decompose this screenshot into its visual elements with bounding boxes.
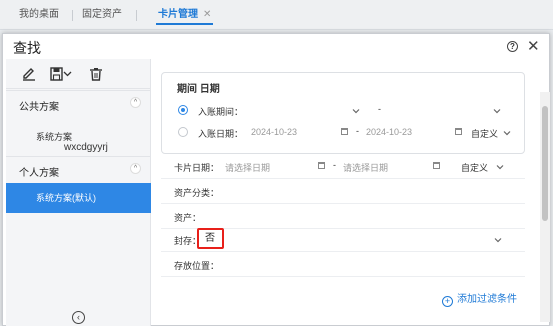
storage-location-row[interactable]: 存放位置：: [161, 252, 525, 277]
personal-scheme-header[interactable]: 个人方案 ^: [6, 156, 151, 182]
app-tab-bar: 我的桌面 固定资产 卡片管理 ✕: [0, 0, 553, 30]
asset-row[interactable]: 资产：: [161, 204, 525, 229]
card-date-separator: -: [333, 160, 336, 170]
chevron-down-icon[interactable]: [503, 129, 511, 137]
sidebar-item-system-scheme-default[interactable]: 系统方案(默认): [6, 183, 151, 213]
posting-period-separator: -: [378, 104, 381, 114]
card-date-from-input[interactable]: 请选择日期: [225, 161, 270, 174]
asset-category-row[interactable]: 资产分类：: [161, 179, 525, 204]
radio-posting-period[interactable]: [178, 105, 188, 115]
period-date-panel: 期间 日期 入账期间： - 入账日期： 2024-10-23 - 2024-10…: [161, 72, 525, 154]
posting-date-label: 入账日期：: [198, 129, 244, 139]
period-date-title: 期间 日期: [177, 84, 220, 95]
public-scheme-header[interactable]: 公共方案 ^: [6, 90, 151, 116]
tab-my-desktop[interactable]: 我的桌面: [19, 7, 59, 25]
plus-circle-icon: +: [442, 296, 453, 307]
chevron-down-icon[interactable]: [63, 66, 72, 82]
asset-category-label: 资产分类：: [174, 188, 220, 198]
tab-fixed-assets[interactable]: 固定资产: [82, 7, 122, 25]
chevron-up-icon[interactable]: ^: [130, 163, 141, 174]
calendar-icon[interactable]: [433, 162, 440, 169]
posting-date-separator: -: [356, 126, 359, 136]
question-circle-icon[interactable]: ?: [507, 41, 518, 52]
scrollbar-thumb[interactable]: [542, 106, 548, 221]
tab-divider: [72, 10, 73, 21]
trash-icon[interactable]: [88, 66, 104, 82]
radio-posting-date[interactable]: [178, 127, 188, 137]
chevron-up-icon[interactable]: ^: [130, 97, 141, 108]
add-filter-label: 添加过滤条件: [457, 294, 517, 305]
watermark-text: wxcdgyyrj: [64, 142, 108, 153]
chevron-down-icon[interactable]: [496, 163, 504, 171]
tab-label: 我的桌面: [19, 9, 59, 20]
calendar-icon[interactable]: [318, 162, 325, 169]
posting-date-to-input[interactable]: 2024-10-23: [366, 127, 412, 137]
add-filter-button[interactable]: + 添加过滤条件: [442, 290, 517, 307]
search-dialog: 查找 ? ✕ 公共方案 ^ 系统方案 个人方案 ^ 系统方案(默认) ‹ 期间 …: [2, 33, 550, 326]
chevron-down-icon[interactable]: [493, 107, 501, 115]
dialog-title: 查找: [13, 40, 41, 56]
calendar-icon[interactable]: [341, 128, 348, 135]
tab-close-icon[interactable]: ✕: [203, 9, 211, 20]
card-date-label: 卡片日期：: [174, 163, 220, 173]
card-date-mode[interactable]: 自定义: [461, 161, 488, 174]
tab-card-management[interactable]: 卡片管理 ✕: [156, 7, 214, 25]
scheme-sidebar: 公共方案 ^ 系统方案 个人方案 ^ 系统方案(默认) ‹: [6, 59, 151, 326]
chevron-down-icon[interactable]: [352, 107, 360, 115]
personal-scheme-label: 个人方案: [19, 168, 59, 179]
sealed-select[interactable]: 否: [197, 228, 224, 249]
sidebar-toolbar: [6, 59, 151, 89]
tab-divider: [136, 10, 137, 21]
collapse-sidebar-icon[interactable]: ‹: [72, 311, 85, 324]
posting-period-label: 入账期间：: [198, 107, 244, 117]
posting-date-from-input[interactable]: 2024-10-23: [251, 127, 297, 137]
tab-label: 卡片管理: [158, 9, 198, 20]
tab-label: 固定资产: [82, 9, 122, 20]
posting-date-mode[interactable]: 自定义: [471, 127, 498, 140]
calendar-icon[interactable]: [455, 128, 462, 135]
asset-label: 资产：: [174, 213, 202, 223]
public-scheme-label: 公共方案: [19, 102, 59, 113]
chevron-down-icon[interactable]: [494, 236, 502, 244]
card-date-row: 卡片日期： 请选择日期 - 请选择日期 自定义: [161, 154, 525, 179]
card-date-to-input[interactable]: 请选择日期: [343, 161, 388, 174]
pencil-icon[interactable]: [21, 66, 37, 82]
storage-location-label: 存放位置：: [174, 261, 220, 271]
close-icon[interactable]: ✕: [527, 37, 540, 55]
